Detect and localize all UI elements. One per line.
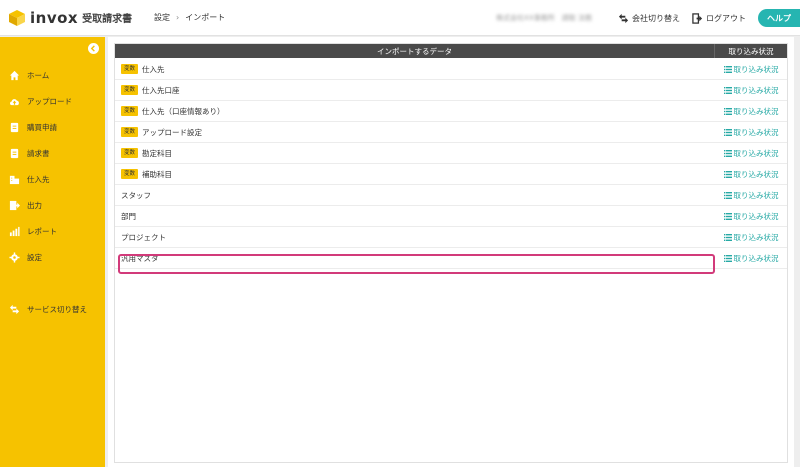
import-status-link[interactable]: 取り込み状況 (715, 232, 787, 243)
sidebar-item-purchase-request[interactable]: 購買申請 (0, 117, 105, 137)
breadcrumb-separator-icon: › (176, 13, 180, 22)
switch-icon (8, 303, 20, 315)
logout-label: ログアウト (706, 13, 746, 23)
row-name: アップロード設定 (142, 127, 203, 137)
sidebar-item-home[interactable]: ホーム (0, 65, 105, 85)
sidebar-item-settings[interactable]: 設定 (0, 247, 105, 267)
sidebar-item-report[interactable]: レポート (0, 221, 105, 241)
import-status-link[interactable]: 取り込み状況 (715, 190, 787, 201)
brand-name: invox (30, 8, 79, 27)
user-info: 株式会社XX事務所 請取 法務 (496, 14, 592, 22)
list-icon (723, 65, 732, 73)
chevron-left-icon (90, 45, 95, 52)
sidebar-item-label: 購買申請 (27, 122, 57, 132)
cloud-upload-icon (8, 95, 20, 107)
sidebar-item-label: アップロード (27, 96, 72, 106)
gear-icon (8, 251, 20, 263)
import-status-link[interactable]: 取り込み状況 (715, 64, 787, 75)
import-status-link[interactable]: 取り込み状況 (715, 106, 787, 117)
list-icon (723, 128, 732, 136)
row-name: 仕入先 (142, 64, 165, 74)
row-name: 勘定科目 (142, 148, 173, 158)
list-icon (723, 254, 732, 262)
collapse-sidebar-button[interactable] (88, 43, 99, 54)
logout-icon (692, 12, 703, 24)
table-row: 変数 仕入先（口座情報あり） 取り込み状況 (115, 101, 787, 122)
table-row: 部門 取り込み状況 (115, 206, 787, 227)
column-header-status: 取り込み状況 (728, 46, 774, 56)
list-icon (723, 233, 732, 241)
table-row: 変数 仕入先口座 取り込み状況 (115, 80, 787, 101)
breadcrumb-import: インポート (185, 13, 226, 22)
list-icon (723, 170, 732, 178)
switch-company-icon (618, 13, 629, 23)
sidebar-item-suppliers[interactable]: 仕入先 (0, 169, 105, 189)
table-row: 変数 補助科目 取り込み状況 (115, 164, 787, 185)
import-table: インポートするデータ 取り込み状況 変数 仕入先 取り込み状況 変数 仕入先口座 取… (114, 43, 788, 463)
import-status-link[interactable]: 取り込み状況 (715, 211, 787, 222)
sidebar-item-label: 仕入先 (27, 174, 50, 184)
import-status-link[interactable]: 取り込み状況 (715, 85, 787, 96)
row-name: スタッフ (121, 190, 151, 200)
switch-company-button[interactable]: 会社切り替え (618, 13, 680, 24)
row-name: 補助科目 (142, 169, 173, 179)
sidebar-item-label: 設定 (27, 252, 42, 262)
sidebar-item-label: 出力 (27, 200, 42, 210)
document-icon (8, 121, 20, 133)
invoice-icon (8, 147, 20, 159)
table-row: 変数 アップロード設定 取り込み状況 (115, 122, 787, 143)
table-row: 変数 仕入先 取り込み状況 (115, 59, 787, 80)
table-row: プロジェクト 取り込み状況 (115, 227, 787, 248)
breadcrumb-settings[interactable]: 設定 (154, 12, 170, 23)
logo[interactable]: invox 受取請求書 (8, 9, 138, 27)
row-name: 部門 (121, 211, 136, 221)
variable-badge: 変数 (121, 169, 139, 179)
building-icon (8, 173, 20, 185)
home-icon (8, 69, 20, 81)
variable-badge: 変数 (121, 127, 139, 137)
import-status-link[interactable]: 取り込み状況 (715, 148, 787, 159)
sidebar-item-export[interactable]: 出力 (0, 195, 105, 215)
sidebar-item-label: サービス切り替え (27, 304, 87, 314)
logo-icon (8, 9, 26, 27)
table-header: インポートするデータ 取り込み状況 (115, 44, 787, 58)
export-icon (8, 199, 20, 211)
list-icon (723, 107, 732, 115)
table-row: スタッフ 取り込み状況 (115, 185, 787, 206)
list-icon (723, 191, 732, 199)
variable-badge: 変数 (121, 85, 139, 95)
list-icon (723, 149, 732, 157)
variable-badge: 変数 (121, 64, 139, 74)
sidebar: ホーム アップロード 購買申請 請求書 仕入先 出力 レポート 設定 サービス切… (0, 37, 105, 467)
row-highlight-outline (118, 254, 715, 274)
row-name: 仕入先口座 (142, 85, 180, 95)
top-header: invox 受取請求書 設定 › インポート 株式会社XX事務所 請取 法務 会… (0, 0, 800, 36)
import-status-link[interactable]: 取り込み状況 (715, 253, 787, 264)
row-name: プロジェクト (121, 232, 166, 242)
main-content: インポートするデータ 取り込み状況 変数 仕入先 取り込み状況 変数 仕入先口座 取… (108, 37, 794, 467)
sidebar-item-upload[interactable]: アップロード (0, 91, 105, 111)
logout-button[interactable]: ログアウト (692, 12, 746, 24)
variable-badge: 変数 (121, 106, 139, 116)
breadcrumb: 設定 › インポート (154, 12, 225, 23)
import-status-link[interactable]: 取り込み状況 (715, 169, 787, 180)
sidebar-item-label: レポート (27, 226, 57, 236)
list-icon (723, 212, 732, 220)
sidebar-item-switch-service[interactable]: サービス切り替え (0, 299, 105, 319)
variable-badge: 変数 (121, 148, 139, 158)
sidebar-item-label: 請求書 (27, 148, 50, 158)
row-name: 仕入先（口座情報あり） (142, 106, 225, 116)
sidebar-item-invoice[interactable]: 請求書 (0, 143, 105, 163)
list-icon (723, 86, 732, 94)
product-name: 受取請求書 (82, 14, 133, 25)
column-header-data: インポートするデータ (115, 44, 715, 58)
help-button[interactable]: ヘルプ (758, 9, 800, 27)
import-status-link[interactable]: 取り込み状況 (715, 127, 787, 138)
switch-company-label: 会社切り替え (632, 13, 680, 23)
table-row: 変数 勘定科目 取り込み状況 (115, 143, 787, 164)
chart-icon (8, 225, 20, 237)
sidebar-item-label: ホーム (27, 70, 50, 80)
